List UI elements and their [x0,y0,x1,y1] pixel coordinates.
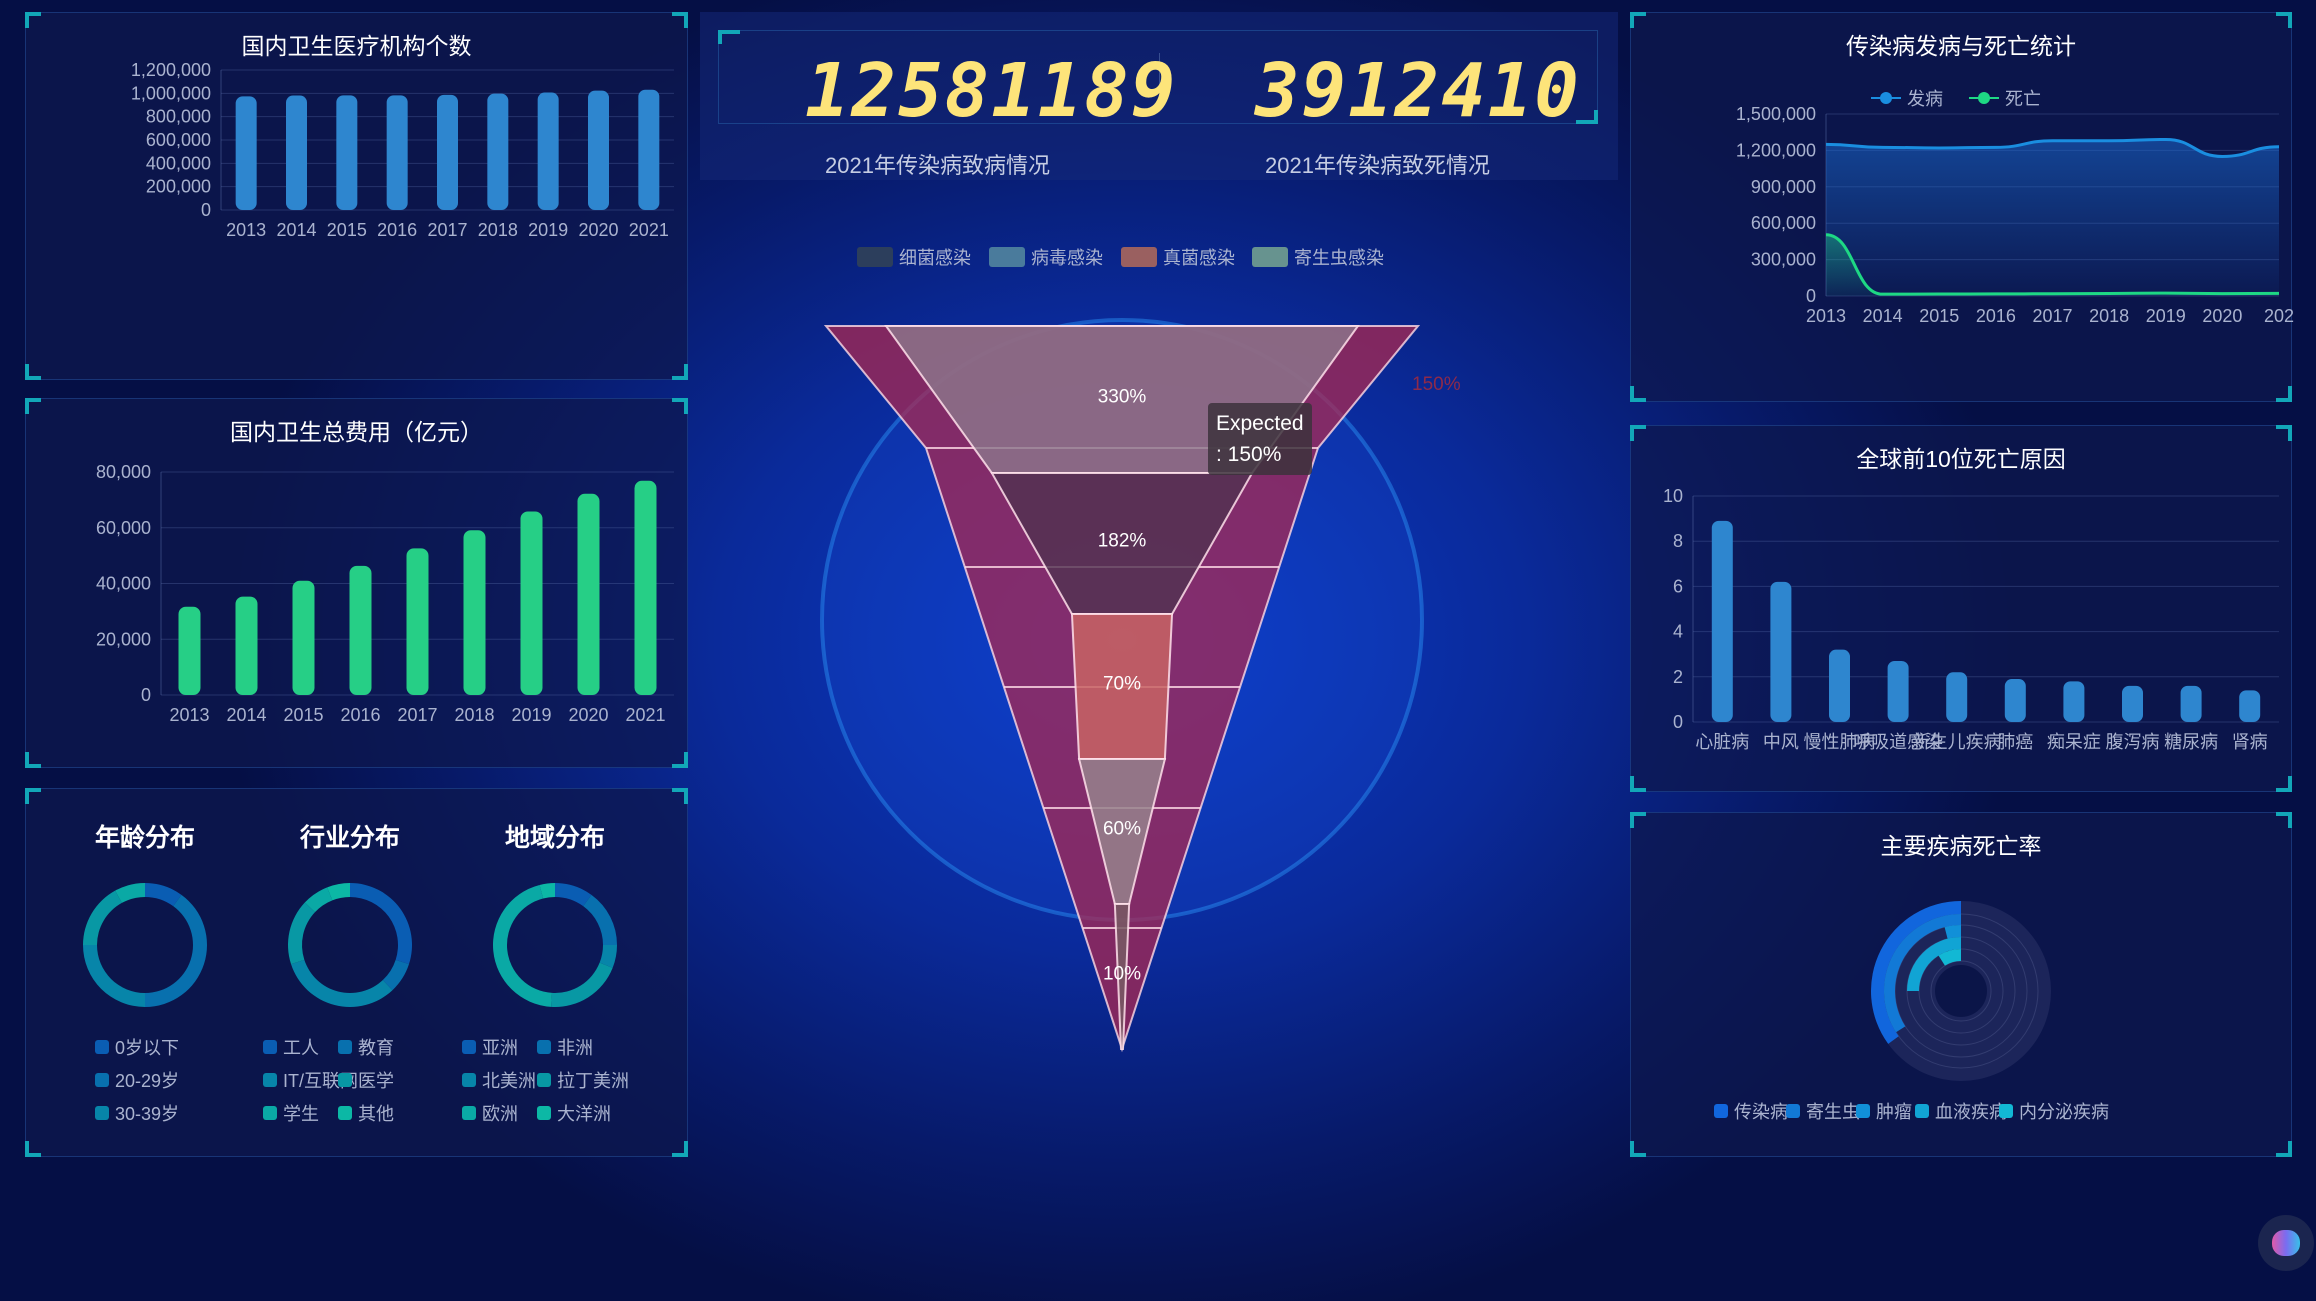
legend-label: 肿瘤 [1876,1102,1912,1122]
x-tick-label: 2018 [2089,306,2129,326]
legend-swatch-icon [1714,1104,1728,1118]
y-tick-label: 900,000 [1751,177,1816,197]
x-tick-label: 2013 [1806,306,1846,326]
x-tick-label: 2017 [2032,306,2072,326]
legend-swatch-icon [1999,1104,2013,1118]
expected-label: 150% [1412,374,1461,395]
bar [2004,679,2026,722]
x-tick-label: 中风 [1763,732,1799,752]
legend-label: 血液疾病 [1935,1102,2007,1122]
x-tick-label: 2020 [2202,306,2242,326]
bar [2180,685,2202,722]
x-tick-label: 肾病 [2232,732,2268,752]
x-tick-label: 2015 [1919,306,1959,326]
legend-swatch-icon [1856,1104,1870,1118]
y-tick-label: 0 [1673,712,1683,732]
assistant-button[interactable] [2258,1215,2314,1271]
bar [2063,681,2085,722]
y-tick-label: 600,000 [1751,213,1816,233]
x-tick-label: 心脏病 [1695,732,1749,752]
x-tick-label: 2016 [1976,306,2016,326]
y-tick-label: 8 [1673,531,1683,551]
legend-swatch-icon [1915,1104,1929,1118]
top10-panel: 全球前10位死亡原因 0 2 4 6 8 10 心脏病 中风 慢性肺病 呼吸道感染 新生儿疾病 肺癌痴… [1630,425,2292,792]
legend-label: 内分泌疾病 [2019,1102,2109,1122]
x-tick-label: 肺癌 [1997,732,2033,752]
legend-label: 传染病 [1734,1102,1788,1122]
x-tick-label: 痴呆症 [2047,732,2101,752]
x-tick-label: 2019 [2146,306,2186,326]
mortality-panel: 主要疾病死亡率 传染病 寄生虫 肿瘤 血液疾病 内分泌疾病 [1630,812,2292,1157]
infectious-panel: 传染病发病与死亡统计 发病 死亡 0 300,000 600,000 900,000 1… [1630,12,2294,402]
funnel-label: 182% [1098,531,1147,552]
area-incidence [1826,139,2279,296]
bar [1829,649,1850,722]
bar [1711,520,1733,722]
legend-item[interactable]: 内分泌疾病 [1999,1098,2109,1124]
legend-label: 寄生虫 [1806,1102,1860,1122]
legend-item[interactable]: 血液疾病 [1915,1098,2007,1124]
tooltip-value: : 150% [1216,443,1282,466]
y-tick-label: 1,500,000 [1736,104,1816,124]
tooltip-series: Expected [1216,412,1304,435]
infectious-chart: 0 300,000 600,000 900,000 1,200,000 1,500,000… [1736,104,2294,326]
funnel-tooltip: Expected : 150% [1208,403,1312,475]
legend-item[interactable]: 寄生虫 [1786,1098,1860,1124]
legend-item[interactable]: 肿瘤 [1856,1098,1912,1124]
legend-swatch-icon [1786,1104,1800,1118]
top10-chart: 0246810心脏病 中风 慢性肺病呼吸道感染新生儿疾病肺癌 痴呆症 腹泻病 糖尿病 肾病 [1663,486,2279,752]
radial-bar [1944,925,1961,939]
bar [1887,660,1909,722]
funnel-label: 330% [1098,387,1147,408]
y-tick-label: 300,000 [1751,250,1816,270]
radial-hole [1935,965,1987,1017]
bar [1946,672,1968,722]
bar [2122,685,2143,722]
y-tick-label: 6 [1673,576,1683,596]
x-tick-label: 202 [2264,306,2294,326]
x-tick-label: 新生儿疾病 [1912,732,2002,752]
funnel-label: 60% [1103,819,1141,840]
x-tick-label: 糖尿病 [2164,732,2218,752]
legend-item[interactable]: 传染病 [1714,1098,1788,1124]
x-tick-label: 腹泻病 [2106,732,2160,752]
bar [1770,581,1792,722]
funnel-label: 10% [1103,964,1141,985]
y-tick-label: 4 [1673,622,1683,642]
bar [2239,690,2261,722]
y-tick-label: 2 [1673,667,1683,687]
y-tick-label: 1,200,000 [1736,140,1816,160]
brain-icon [2272,1230,2300,1256]
funnel-label: 70% [1103,674,1141,695]
y-tick-label: 0 [1806,286,1816,306]
y-tick-label: 10 [1663,486,1683,506]
x-tick-label: 2014 [1863,306,1903,326]
